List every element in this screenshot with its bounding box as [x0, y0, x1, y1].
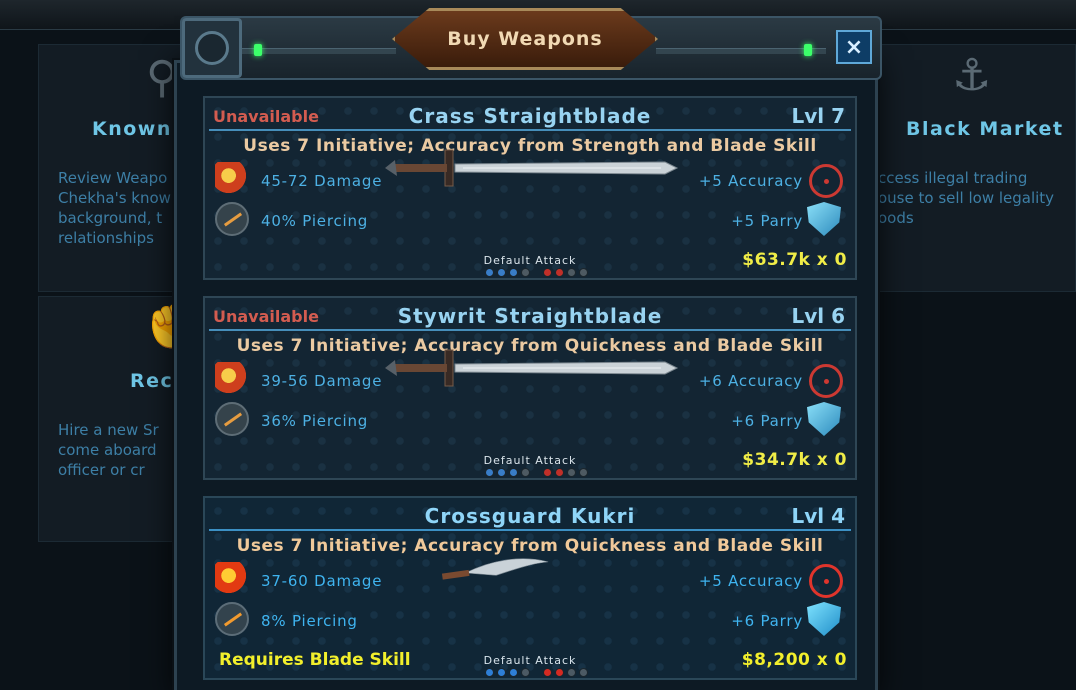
- damage-icon: [215, 362, 249, 396]
- known-desc-4: relationships: [58, 229, 154, 247]
- damage-icon: [215, 562, 249, 596]
- piercing-stat: 40% Piercing: [261, 212, 369, 230]
- skill-requirement: Requires Blade Skill: [219, 650, 411, 670]
- header-rail-left: [240, 48, 396, 54]
- close-icon: ×: [844, 34, 864, 60]
- crosshair-icon: [809, 564, 843, 598]
- known-desc-1: Review Weapo: [58, 169, 168, 187]
- weapon-name: Crossguard Kukri: [424, 504, 636, 528]
- kukri-icon: [441, 558, 549, 580]
- piercing-stat: 36% Piercing: [261, 412, 369, 430]
- dialog-title: Buy Weapons: [447, 28, 603, 50]
- piercing-icon: [215, 402, 249, 436]
- shield-icon: [807, 402, 841, 436]
- weapon-header: Crossguard Kukri Lvl 4: [209, 501, 851, 531]
- market-desc-3: oods: [878, 209, 914, 227]
- crosshair-icon: [809, 164, 843, 198]
- shield-icon: [807, 202, 841, 236]
- dialog-title-plate: Buy Weapons: [392, 8, 658, 70]
- weapon-header: Unavailable Crass Straightblade Lvl 7: [209, 101, 851, 131]
- weapon-card[interactable]: Unavailable Stywrit Straightblade Lvl 6 …: [203, 296, 857, 480]
- straightblade-icon: [385, 349, 679, 387]
- accuracy-stat: +5 Accuracy: [698, 172, 803, 190]
- weapon-price: $8,200 x 0: [741, 650, 847, 670]
- close-button[interactable]: ×: [836, 30, 872, 64]
- gear-icon: [195, 31, 229, 65]
- black-market-title: Black Market: [906, 118, 1064, 140]
- weapon-card[interactable]: Crossguard Kukri Lvl 4 Uses 7 Initiative…: [203, 496, 857, 680]
- header-corner-left: [182, 18, 242, 78]
- weapon-level: Lvl 4: [791, 504, 845, 528]
- damage-stat: 39-56 Damage: [261, 372, 383, 390]
- indicator-light-left: [254, 44, 262, 56]
- recruit-desc-1: Hire a new Sr: [58, 421, 159, 439]
- attack-pips: [485, 268, 588, 277]
- weapon-name: Stywrit Straightblade: [397, 304, 663, 328]
- default-attack-label: Default Attack: [483, 454, 577, 467]
- black-market-icon: ⚓: [952, 50, 992, 101]
- parry-stat: +6 Parry: [731, 412, 803, 430]
- attack-pips: [485, 668, 588, 677]
- accuracy-stat: +5 Accuracy: [698, 572, 803, 590]
- straightblade-icon: [385, 149, 679, 187]
- parry-stat: +6 Parry: [731, 612, 803, 630]
- damage-icon: [215, 162, 249, 196]
- crosshair-icon: [809, 364, 843, 398]
- header-rail-right: [656, 48, 826, 54]
- market-desc-2: ouse to sell low legality: [878, 189, 1055, 207]
- weapon-price: $34.7k x 0: [742, 450, 847, 470]
- attack-pips: [485, 468, 588, 477]
- damage-stat: 37-60 Damage: [261, 572, 383, 590]
- default-attack-label: Default Attack: [483, 254, 577, 267]
- shield-icon: [807, 602, 841, 636]
- weapon-level: Lvl 6: [791, 304, 845, 328]
- market-desc-1: ccess illegal trading: [878, 169, 1028, 187]
- parry-stat: +5 Parry: [731, 212, 803, 230]
- weapon-name: Crass Straightblade: [408, 104, 652, 128]
- piercing-icon: [215, 602, 249, 636]
- weapon-price: $63.7k x 0: [742, 250, 847, 270]
- accuracy-stat: +6 Accuracy: [698, 372, 803, 390]
- weapon-card[interactable]: Unavailable Crass Straightblade Lvl 7 Us…: [203, 96, 857, 280]
- weapon-level: Lvl 7: [791, 104, 845, 128]
- indicator-light-right: [804, 44, 812, 56]
- known-desc-2: Chekha's know: [58, 189, 171, 207]
- piercing-icon: [215, 202, 249, 236]
- weapon-header: Unavailable Stywrit Straightblade Lvl 6: [209, 301, 851, 331]
- recruit-desc-3: officer or cr: [58, 461, 145, 479]
- damage-stat: 45-72 Damage: [261, 172, 383, 190]
- piercing-stat: 8% Piercing: [261, 612, 358, 630]
- known-title: Known: [92, 118, 172, 140]
- default-attack-label: Default Attack: [483, 654, 577, 667]
- known-desc-3: background, t: [58, 209, 163, 227]
- recruit-desc-2: come aboard: [58, 441, 157, 459]
